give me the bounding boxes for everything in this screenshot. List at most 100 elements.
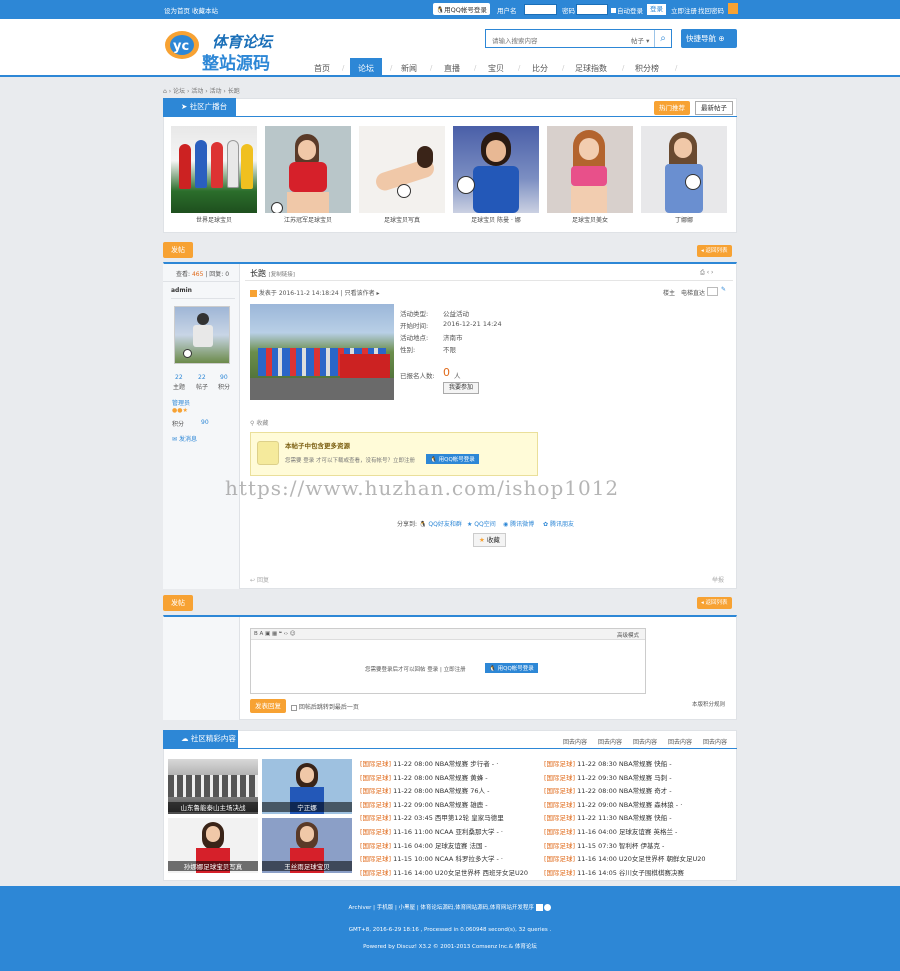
highlight-link-5[interactable]: 回去内容 bbox=[703, 737, 727, 746]
nav-odds[interactable]: 足球指数 bbox=[575, 63, 607, 74]
news-item[interactable]: [国际足球] 11-22 08:30 NBA常规赛 快船 - bbox=[544, 758, 672, 768]
news-item[interactable]: [国际足球] 11-16 04:00 足球友谊赛 英格兰 - bbox=[544, 826, 677, 836]
search-type-select[interactable]: 帖子 ▾ bbox=[631, 35, 649, 45]
community-pic-4[interactable] bbox=[453, 126, 539, 213]
search-input[interactable]: 请输入搜索内容 bbox=[492, 35, 538, 45]
highlight-pic-1[interactable]: 山东鲁能泰山主场决战 bbox=[168, 759, 258, 814]
share-qzone[interactable]: ★ QQ空间 bbox=[467, 519, 496, 528]
nav-news[interactable]: 新闻 bbox=[401, 63, 417, 74]
news-text[interactable]: 11-22 09:30 NBA常规赛 马刺 - bbox=[577, 774, 672, 782]
points-rules-link[interactable]: 本版积分规则 bbox=[692, 700, 725, 708]
print-icon[interactable]: ⎙ ‹ › bbox=[700, 269, 713, 277]
stat-topics-num[interactable]: 22 bbox=[175, 374, 183, 381]
activity-photo[interactable] bbox=[250, 304, 394, 400]
news-tag[interactable]: [国际足球] bbox=[360, 774, 391, 782]
qq-login-reply-button[interactable]: 🐧 用QQ帐号登录 bbox=[485, 663, 538, 673]
news-text[interactable]: 11-22 09:00 NBA常规赛 雄鹿 - bbox=[393, 801, 488, 809]
news-item[interactable]: [国际足球] 11-16 14:00 U20女足世界杯 西班牙女足U20 bbox=[360, 867, 528, 877]
author-role[interactable]: 管理员 bbox=[172, 398, 190, 407]
go-icon[interactable]: ✎ bbox=[721, 286, 726, 293]
collect-button[interactable]: ★ 收藏 bbox=[473, 533, 506, 547]
news-text[interactable]: 11-22 09:00 NBA常规赛 森林狼 - · bbox=[577, 801, 682, 809]
news-tag[interactable]: [国际足球] bbox=[544, 801, 575, 809]
jump-floor-input[interactable] bbox=[707, 287, 718, 296]
news-tag[interactable]: [国际足球] bbox=[360, 814, 391, 822]
retrieve-password-link[interactable]: 找回密码 bbox=[698, 5, 724, 15]
news-tag[interactable]: [国际足球] bbox=[544, 760, 575, 768]
news-text[interactable]: 11-22 08:00 NBA常规赛 76人 - bbox=[393, 787, 489, 795]
news-item[interactable]: [国际足球] 11-16 14:05 谷川女子围棋棋赛决赛 bbox=[544, 867, 684, 877]
send-message-link[interactable]: ✉ 发消息 bbox=[172, 434, 197, 443]
copy-link[interactable]: [复制链接] bbox=[269, 272, 295, 278]
news-text[interactable]: 11-16 14:00 U20女足世界杯 朝鲜女足U20 bbox=[577, 855, 705, 863]
community-pic-6-caption[interactable]: 丁娜娜 bbox=[641, 215, 727, 224]
new-post-button-2[interactable]: 发帖 bbox=[163, 595, 193, 611]
community-pic-5-caption[interactable]: 足球宝贝美女 bbox=[547, 215, 633, 224]
news-text[interactable]: 11-22 08:00 NBA常规赛 黄蜂 - bbox=[393, 774, 488, 782]
highlight-link-2[interactable]: 回去内容 bbox=[598, 737, 622, 746]
news-text[interactable]: 11-16 11:00 NCAA 亚利桑那大学 - · bbox=[393, 828, 503, 836]
community-pic-1-caption[interactable]: 世界足球宝贝 bbox=[171, 215, 257, 224]
news-item[interactable]: [国际足球] 11-15 10:00 NCAA 科罗拉多大学 - · bbox=[360, 853, 503, 863]
set-home-link[interactable]: 设为首页 bbox=[164, 5, 190, 15]
news-text[interactable]: 11-22 08:30 NBA常规赛 快船 - bbox=[577, 760, 672, 768]
search-icon[interactable]: ⌕ bbox=[654, 30, 671, 47]
news-item[interactable]: [国际足球] 11-22 09:00 NBA常规赛 森林狼 - · bbox=[544, 799, 682, 809]
submit-reply-button[interactable]: 发表回复 bbox=[250, 699, 286, 713]
news-item[interactable]: [国际足球] 11-22 09:30 NBA常规赛 马刺 - bbox=[544, 772, 672, 782]
news-item[interactable]: [国际足球] 11-16 14:00 U20女足世界杯 朝鲜女足U20 bbox=[544, 853, 706, 863]
password-input[interactable] bbox=[576, 4, 608, 15]
view-author-only-link[interactable]: 只看该作者 bbox=[345, 290, 375, 297]
highlight-link-1[interactable]: 回去内容 bbox=[563, 737, 587, 746]
highlight-pic-3[interactable]: 孙娜娜足球宝贝写真 bbox=[168, 818, 258, 873]
register-link[interactable]: 立即注册 bbox=[671, 5, 697, 15]
advanced-mode-link[interactable]: 高级模式 bbox=[617, 631, 639, 639]
news-item[interactable]: [国际足球] 11-22 09:00 NBA常规赛 雄鹿 - bbox=[360, 799, 488, 809]
news-item[interactable]: [国际足球] 11-22 08:00 NBA常规赛 奇才 - bbox=[544, 785, 672, 795]
nav-home[interactable]: 首页 bbox=[314, 63, 330, 74]
nav-forum[interactable]: 论坛 bbox=[350, 58, 382, 77]
post-author[interactable]: admin bbox=[171, 287, 192, 294]
community-pic-5[interactable] bbox=[547, 126, 633, 213]
news-tag[interactable]: [国际足球] bbox=[360, 869, 391, 877]
editor-toolbar[interactable]: B A ▣ ▦ ❝ ‹› ☺ bbox=[254, 631, 296, 637]
community-pic-1[interactable] bbox=[171, 126, 257, 213]
footer-links[interactable]: Archiver | 手机版 | 小黑屋 | 体育论坛源码,体育网站源码,体育网… bbox=[0, 903, 900, 911]
news-text[interactable]: 11-15 10:00 NCAA 科罗拉多大学 - · bbox=[393, 855, 503, 863]
news-item[interactable]: [国际足球] 11-15 07:30 智利杯 伊基克 - bbox=[544, 840, 664, 850]
return-list-button[interactable]: ◂ 返回列表 bbox=[697, 245, 732, 257]
news-text[interactable]: 11-15 07:30 智利杯 伊基克 - bbox=[577, 842, 664, 850]
community-pic-6[interactable] bbox=[641, 126, 727, 213]
qq-login-button[interactable]: 🐧用QQ帐号登录 bbox=[433, 3, 490, 15]
highlight-pic-2-caption[interactable]: 宁正娜 bbox=[262, 802, 352, 812]
news-tag[interactable]: [国际足球] bbox=[360, 828, 391, 836]
news-item[interactable]: [国际足球] 11-22 11:30 NBA常规赛 快船 - bbox=[544, 812, 672, 822]
stat-points-num[interactable]: 90 bbox=[220, 374, 228, 381]
news-tag[interactable]: [国际足球] bbox=[544, 774, 575, 782]
highlight-pic-3-caption[interactable]: 孙娜娜足球宝贝写真 bbox=[168, 861, 258, 871]
highlight-pic-4-caption[interactable]: 王丝雨足球宝贝 bbox=[262, 861, 352, 871]
news-tag[interactable]: [国际足球] bbox=[544, 814, 575, 822]
username-input[interactable] bbox=[524, 4, 557, 15]
community-pic-3[interactable] bbox=[359, 126, 445, 213]
community-pic-3-caption[interactable]: 足球宝贝写真 bbox=[359, 215, 445, 224]
news-tag[interactable]: [国际足球] bbox=[360, 801, 391, 809]
author-avatar[interactable] bbox=[174, 306, 230, 364]
news-tag[interactable]: [国际足球] bbox=[360, 787, 391, 795]
new-posts-button[interactable]: 最新帖子 bbox=[695, 101, 733, 115]
highlight-link-3[interactable]: 回去内容 bbox=[633, 737, 657, 746]
share-tencent-weibo[interactable]: ◉ 腾讯微博 bbox=[503, 519, 534, 528]
hot-recommend-button[interactable]: 热门推荐 bbox=[654, 101, 690, 115]
login-button[interactable]: 登录 bbox=[647, 4, 666, 15]
nav-standings[interactable]: 积分榜 bbox=[635, 63, 659, 74]
favorite-link[interactable]: ⚲ 收藏 bbox=[250, 418, 268, 427]
news-item[interactable]: [国际足球] 11-22 08:00 NBA常规赛 步行者 - · bbox=[360, 758, 498, 768]
news-text[interactable]: 11-22 03:45 西甲第12轮 皇家马德里 bbox=[393, 814, 504, 822]
news-text[interactable]: 11-22 08:00 NBA常规赛 奇才 - bbox=[577, 787, 672, 795]
highlight-pic-1-caption[interactable]: 山东鲁能泰山主场决战 bbox=[168, 802, 258, 812]
news-text[interactable]: 11-16 14:05 谷川女子围棋棋赛决赛 bbox=[577, 869, 684, 877]
new-post-button[interactable]: 发帖 bbox=[163, 242, 193, 258]
news-item[interactable]: [国际足球] 11-22 08:00 NBA常规赛 黄蜂 - bbox=[360, 772, 488, 782]
highlight-link-4[interactable]: 回去内容 bbox=[668, 737, 692, 746]
nav-babes[interactable]: 宝贝 bbox=[488, 63, 504, 74]
